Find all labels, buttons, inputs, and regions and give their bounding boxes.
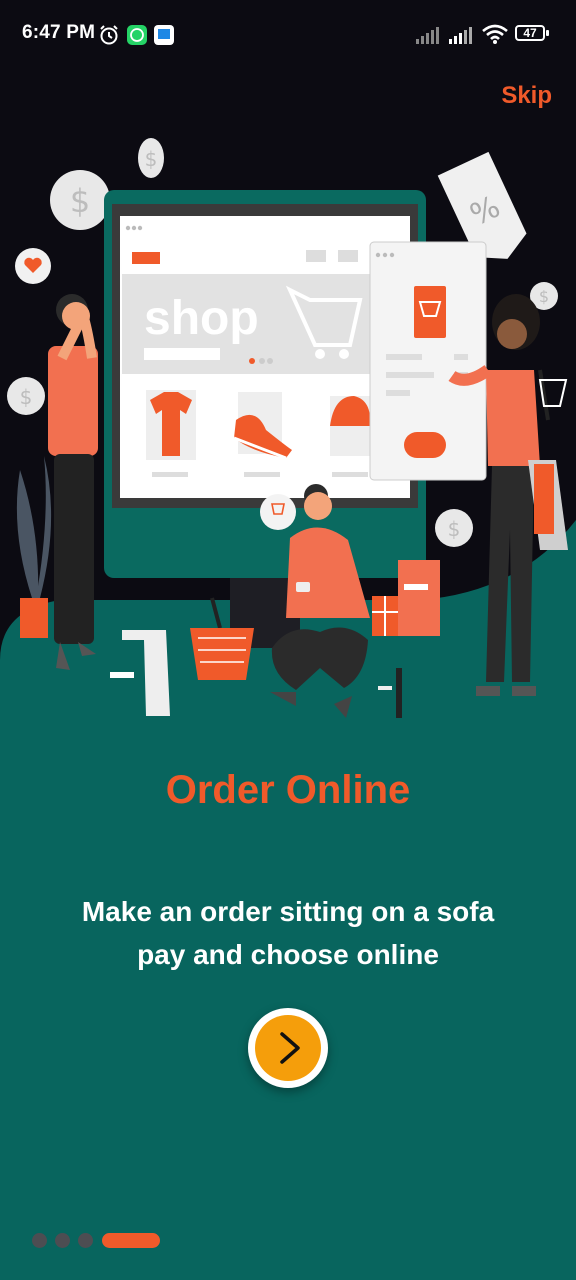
svg-text:$: $ [70,182,90,220]
onboarding-title: Order Online [165,768,411,812]
dollar-coin-icon: $ [435,509,473,547]
skip-button[interactable]: Skip [501,82,552,110]
status-bar: 6:47 PM 47 [0,0,576,68]
dollar-coin-icon: $ [7,377,45,415]
description-line-1: Make an order sitting on a sofa [81,896,495,927]
whatsapp-icon [127,25,147,45]
battery-icon: 47 [515,25,545,41]
battery-level: 47 [523,26,537,40]
status-time: 6:47 PM [22,22,96,43]
receipt-icon [110,630,170,716]
page-dot-2[interactable] [55,1233,70,1248]
next-button[interactable] [248,1008,328,1088]
page-dot-3[interactable] [78,1233,93,1248]
svg-text:$: $ [20,385,33,409]
app-notification-icon [154,25,174,45]
product-card [369,241,487,481]
svg-text:$: $ [448,517,461,541]
signal-icon [449,27,472,44]
woman-figure-left [48,294,98,670]
signal-icon [416,27,439,44]
dollar-coin-icon: $ [50,170,110,230]
svg-text:$: $ [539,287,549,306]
alarm-icon [100,25,118,45]
next-button-fill [255,1015,321,1081]
chevron-right-icon [280,1032,300,1064]
heart-bubble-icon [15,248,51,284]
shopping-illustration: $ $ $ $ $ % shop [7,138,568,718]
page-dot-1[interactable] [32,1233,47,1248]
plant-icon [16,456,52,638]
svg-text:$: $ [145,147,158,171]
onboarding-description: Make an order sitting on a sofa pay and … [40,890,536,976]
bag-icon [378,668,402,718]
battery-tip [546,30,549,36]
wifi-icon [482,24,508,44]
page-dot-active[interactable] [102,1233,160,1248]
illustration-shop-text: shop [144,292,259,345]
dollar-coin-icon: $ [138,138,164,178]
description-line-2: pay and choose online [137,939,439,970]
onboarding-screen: 6:47 PM 47 Skip $ $ $ $ $ % shop Order O… [0,0,576,1280]
